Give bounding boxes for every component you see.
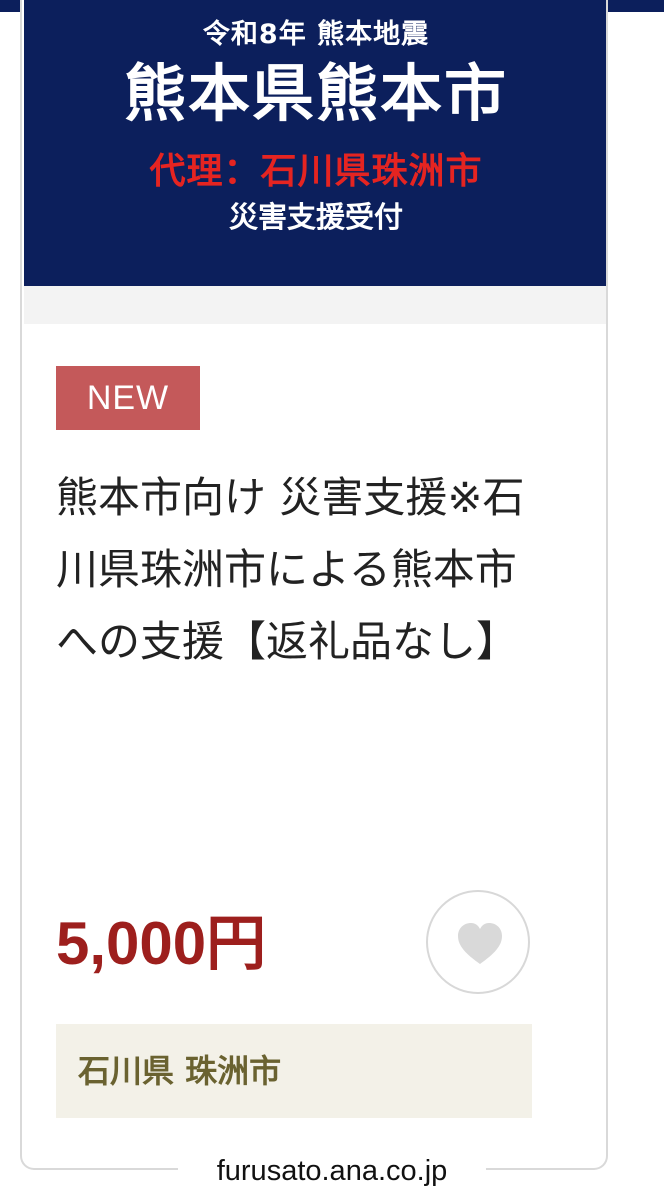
item-image-banner[interactable]: 令和8年 熊本地震 熊本県熊本市 代理：石川県珠洲市 災害支援受付 xyxy=(24,0,606,286)
heart-icon xyxy=(458,923,502,964)
image-bottom-strip xyxy=(24,286,606,324)
favorite-button[interactable] xyxy=(426,890,530,994)
banner-proxy: 代理：石川県珠洲市 xyxy=(149,151,483,192)
item-price: 5,000円 xyxy=(56,910,267,977)
new-badge: NEW xyxy=(56,366,200,430)
banner-subtitle: 令和8年 熊本地震 xyxy=(202,19,430,50)
item-title[interactable]: 熊本市向け 災害支援※石川県珠洲市による熊本市への支援【返礼品なし】 xyxy=(56,462,546,678)
site-url: furusato.ana.co.jp xyxy=(178,1138,486,1200)
banner-reception: 災害支援受付 xyxy=(228,200,403,234)
municipality-label[interactable]: 石川県 珠洲市 xyxy=(56,1024,532,1118)
banner-title: 熊本県熊本市 xyxy=(123,57,508,130)
